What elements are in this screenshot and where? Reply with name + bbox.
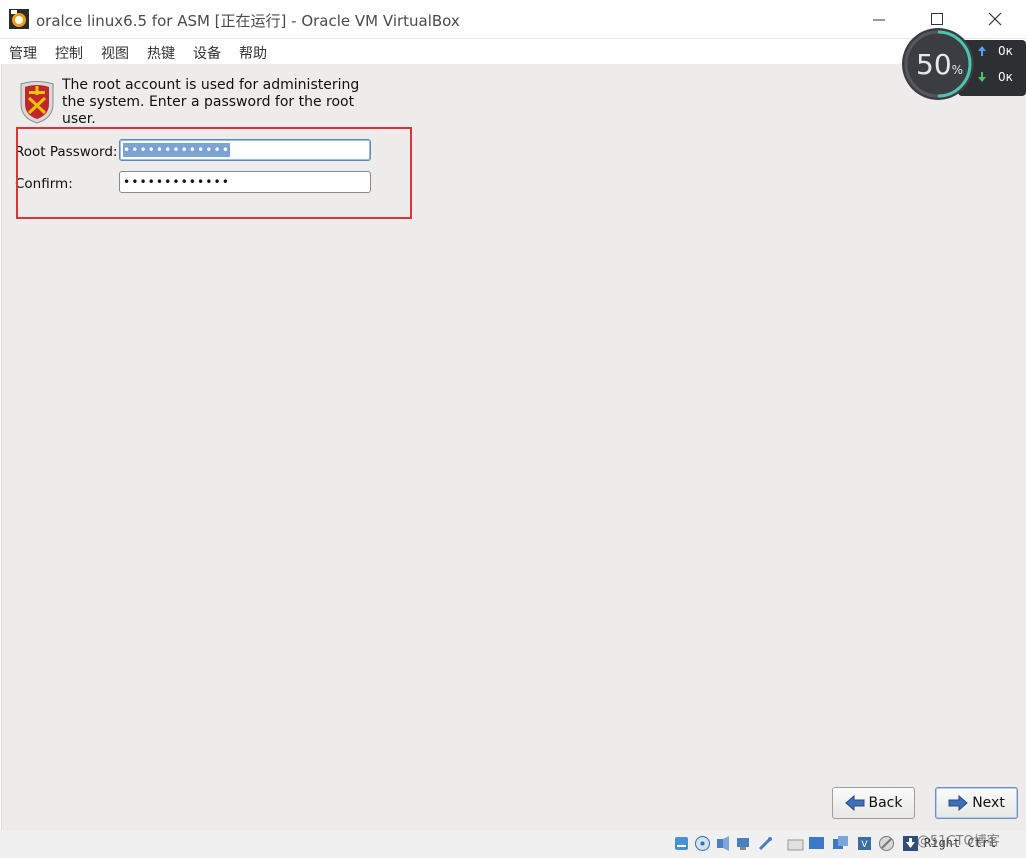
next-button[interactable]: Next	[935, 787, 1018, 819]
window-title: oralce linux6.5 for ASM [正在运行] - Oracle …	[36, 12, 460, 30]
shield-icon	[20, 81, 54, 124]
mouse-integration-icon[interactable]	[878, 835, 895, 852]
minimize-icon	[873, 19, 885, 21]
root-account-description: The root account is used for administeri…	[62, 77, 360, 127]
arrow-left-icon	[844, 795, 864, 811]
download-rate: 0к	[998, 70, 1013, 84]
menu-view[interactable]: 视图	[101, 43, 129, 63]
cpu-percent: 50%	[916, 48, 964, 81]
cpu-chip-icon[interactable]: V	[856, 835, 873, 852]
display-icon[interactable]	[808, 835, 825, 852]
back-button-label: Back	[868, 795, 903, 811]
menu-devices[interactable]: 设备	[193, 43, 221, 63]
arrow-right-icon	[948, 795, 968, 811]
menu-help[interactable]: 帮助	[239, 43, 267, 63]
menu-hotkeys[interactable]: 热键	[147, 43, 175, 63]
virtualbox-app-icon[interactable]	[9, 9, 29, 29]
svg-text:V: V	[861, 840, 868, 850]
video-capture-icon[interactable]	[832, 835, 849, 852]
back-button[interactable]: Back	[832, 787, 915, 819]
shared-folder-icon[interactable]	[787, 835, 804, 852]
network-icon[interactable]	[736, 835, 753, 852]
title-bar[interactable]: oralce linux6.5 for ASM [正在运行] - Oracle …	[0, 0, 1026, 39]
menu-manage[interactable]: 管理	[9, 43, 37, 63]
watermark-text: @51CTO博客	[917, 834, 1000, 849]
menu-control[interactable]: 控制	[55, 43, 83, 63]
download-arrow-icon	[978, 72, 986, 82]
upload-rate: 0к	[998, 44, 1013, 58]
next-button-label: Next	[972, 795, 1005, 811]
hard-disk-icon[interactable]	[673, 835, 690, 852]
audio-icon[interactable]	[715, 835, 732, 852]
menu-bar: 管理 控制 视图 热键 设备 帮助	[0, 39, 1026, 64]
upload-arrow-icon	[978, 46, 986, 56]
highlight-annotation-box	[16, 127, 412, 219]
performance-widget: 50% 0к 0к	[900, 24, 1026, 104]
usb-icon[interactable]	[757, 835, 774, 852]
status-bar: V	[0, 830, 1026, 858]
optical-drive-icon[interactable]	[694, 835, 711, 852]
